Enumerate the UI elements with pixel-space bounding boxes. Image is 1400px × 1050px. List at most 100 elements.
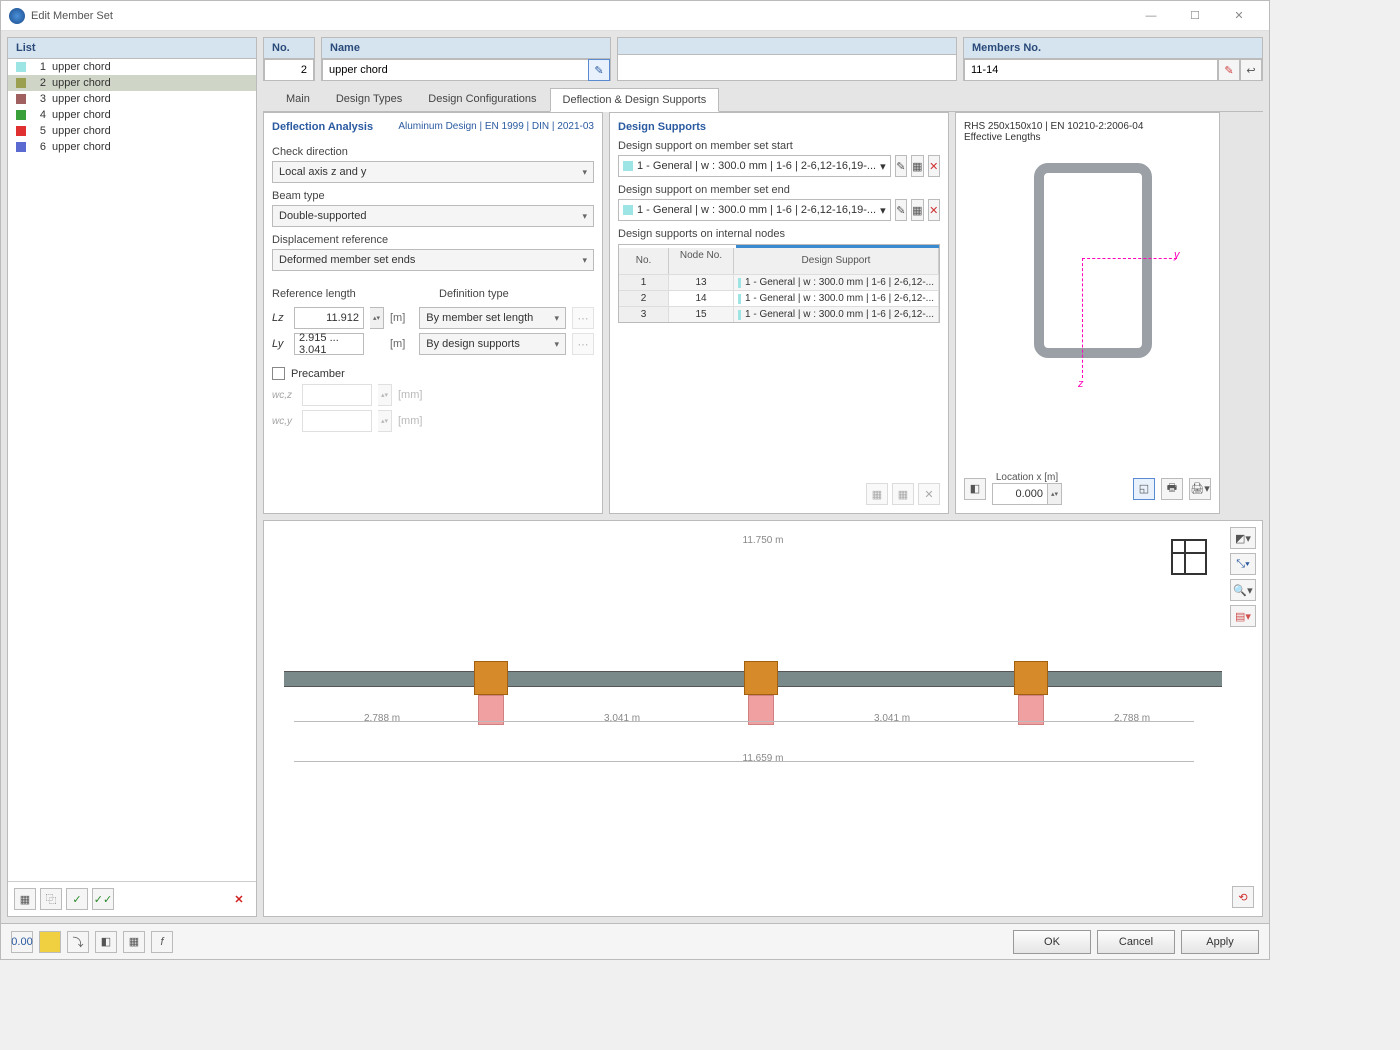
chevron-down-icon: ▾ — [554, 313, 559, 324]
lz-value: 11.912 — [326, 312, 359, 324]
beam-type-select[interactable]: Double-supported▾ — [272, 205, 594, 227]
delete-item-button[interactable]: ✕ — [228, 888, 250, 910]
footer-tool-1[interactable]: ⤵ — [67, 931, 89, 953]
tab-design-types[interactable]: Design Types — [323, 87, 415, 111]
view-cube[interactable] — [1171, 539, 1207, 575]
ds-start-lib-button[interactable]: ▦ — [911, 155, 923, 177]
ds-end-select[interactable]: 1 - General | w : 300.0 mm | 1-6 | 2-6,1… — [618, 199, 891, 221]
table-row[interactable]: 3 15 1 - General | w : 300.0 mm | 1-6 | … — [619, 306, 939, 322]
lz-spinner[interactable]: ▴▾ — [370, 307, 384, 329]
location-value: 0.000 — [1015, 488, 1043, 500]
footer-tool-3[interactable]: ▦ — [123, 931, 145, 953]
preview-tool-2[interactable]: 🖶 — [1161, 478, 1183, 500]
minimize-button[interactable]: — — [1129, 2, 1173, 30]
apply-button[interactable]: Apply — [1181, 930, 1259, 954]
apply-label: Apply — [1206, 936, 1234, 948]
copy-item-button[interactable]: ⿻ — [40, 888, 62, 910]
check-direction-select[interactable]: Local axis z and y▾ — [272, 161, 594, 183]
color-swatch — [623, 161, 633, 171]
lz-input[interactable]: 11.912 — [294, 307, 364, 329]
footer-tool-2[interactable]: ◧ — [95, 931, 117, 953]
table-row[interactable]: 2 14 1 - General | w : 300.0 mm | 1-6 | … — [619, 290, 939, 306]
view-iso-button[interactable]: ◩▾ — [1230, 527, 1256, 549]
ly-options-button[interactable]: ⋯ — [572, 333, 594, 355]
new-item-button[interactable]: ▦ — [14, 888, 36, 910]
section-pick-button[interactable]: ◧ — [964, 478, 986, 500]
preview-tool-3[interactable]: 🖨▾ — [1189, 478, 1211, 500]
members-input[interactable] — [964, 59, 1218, 81]
wcz-label: wc,z — [272, 390, 296, 401]
chevron-down-icon: ▾ — [582, 255, 587, 266]
sidebar-item[interactable]: 1 upper chord — [8, 59, 256, 75]
name-label: Name — [322, 38, 610, 59]
view-zoom-button[interactable]: 🔍▾ — [1230, 579, 1256, 601]
ly-def-select[interactable]: By design supports▾ — [419, 333, 566, 355]
app-icon — [9, 8, 25, 24]
ref-len-label: Reference length — [272, 288, 427, 300]
chevron-down-icon: ▾ — [582, 167, 587, 178]
ds-end-lib-button[interactable]: ▦ — [911, 199, 923, 221]
ds-grid-btn1[interactable]: ▦ — [866, 483, 888, 505]
tab-deflection-design-supports[interactable]: Deflection & Design Supports — [550, 88, 720, 112]
ds-start-new-button[interactable]: ✎ — [895, 155, 907, 177]
footer-color-button[interactable] — [39, 931, 61, 953]
view-xy-button[interactable]: ⤡▾ — [1230, 553, 1256, 575]
members-pick-button[interactable]: ✎ — [1218, 59, 1240, 81]
sidebar-item[interactable]: 4 upper chord — [8, 107, 256, 123]
sidebar-item[interactable]: 3 upper chord — [8, 91, 256, 107]
dim-span-3: 2.788 m — [1114, 713, 1150, 724]
ly-input[interactable]: 2.915 ... 3.041 — [294, 333, 364, 355]
footer-tool-4[interactable]: f — [151, 931, 173, 953]
table-row[interactable]: 1 13 1 - General | w : 300.0 mm | 1-6 | … — [619, 274, 939, 290]
view-display-button[interactable]: ▤▾ — [1230, 605, 1256, 627]
sidebar-item-num: 1 — [32, 61, 46, 73]
disp-ref-select[interactable]: Deformed member set ends▾ — [272, 249, 594, 271]
cross-section-view[interactable]: y z — [964, 153, 1211, 393]
axis-z-label: z — [1078, 378, 1084, 390]
cell-no: 1 — [619, 275, 669, 290]
color-swatch — [16, 78, 26, 88]
precamber-checkbox[interactable] — [272, 367, 285, 380]
sidebar-item[interactable]: 5 upper chord — [8, 123, 256, 139]
deflection-title: Deflection Analysis — [272, 121, 373, 133]
ds-end-new-button[interactable]: ✎ — [895, 199, 907, 221]
footer-units-button[interactable]: 0.00 — [11, 931, 33, 953]
location-input[interactable]: 0.000 — [992, 483, 1048, 505]
cell-ds: 1 - General | w : 300.0 mm | 1-6 | 2-6,1… — [734, 291, 939, 306]
name-library-button[interactable]: ✎ — [588, 59, 610, 81]
diagram-reset-button[interactable]: ⟲ — [1232, 886, 1254, 908]
member-diagram[interactable]: 11.750 m 2.788 m 3.041 m 3.041 m 2.788 m… — [263, 520, 1263, 917]
cell-node: 13 — [669, 275, 734, 290]
close-button[interactable]: ✕ — [1217, 2, 1261, 30]
lz-unit: [m] — [390, 312, 405, 324]
list-body[interactable]: 1 upper chord 2 upper chord 3 upper chor… — [8, 59, 256, 881]
check-all-button[interactable]: ✓✓ — [92, 888, 114, 910]
def-type-label: Definition type — [439, 288, 594, 300]
lz-def-select[interactable]: By member set length▾ — [419, 307, 566, 329]
cell-no: 2 — [619, 291, 669, 306]
cancel-button[interactable]: Cancel — [1097, 930, 1175, 954]
name-input[interactable] — [322, 59, 589, 81]
lz-options-button[interactable]: ⋯ — [572, 307, 594, 329]
sidebar-item[interactable]: 6 upper chord — [8, 139, 256, 155]
ds-start-del-button[interactable]: ✕ — [928, 155, 940, 177]
no-input[interactable] — [264, 59, 314, 81]
preview-tool-1[interactable]: ◱ — [1133, 478, 1155, 500]
sidebar-item[interactable]: 2 upper chord — [8, 75, 256, 91]
ds-end-del-button[interactable]: ✕ — [928, 199, 940, 221]
ds-start-select[interactable]: 1 - General | w : 300.0 mm | 1-6 | 2-6,1… — [618, 155, 891, 177]
wcz-input — [302, 384, 372, 406]
ds-grid-btn3[interactable]: ✕ — [918, 483, 940, 505]
maximize-button[interactable]: ☐ — [1173, 2, 1217, 30]
tab-main[interactable]: Main — [273, 87, 323, 111]
wcy-input — [302, 410, 372, 432]
tab-design-configurations[interactable]: Design Configurations — [415, 87, 549, 111]
location-spinner[interactable]: ▴▾ — [1048, 483, 1062, 505]
color-swatch — [738, 278, 741, 288]
color-swatch — [623, 205, 633, 215]
ds-grid-btn2[interactable]: ▦ — [892, 483, 914, 505]
ok-button[interactable]: OK — [1013, 930, 1091, 954]
check-button[interactable]: ✓ — [66, 888, 88, 910]
cell-node: 14 — [669, 291, 734, 306]
members-reverse-button[interactable]: ↩ — [1240, 59, 1262, 81]
